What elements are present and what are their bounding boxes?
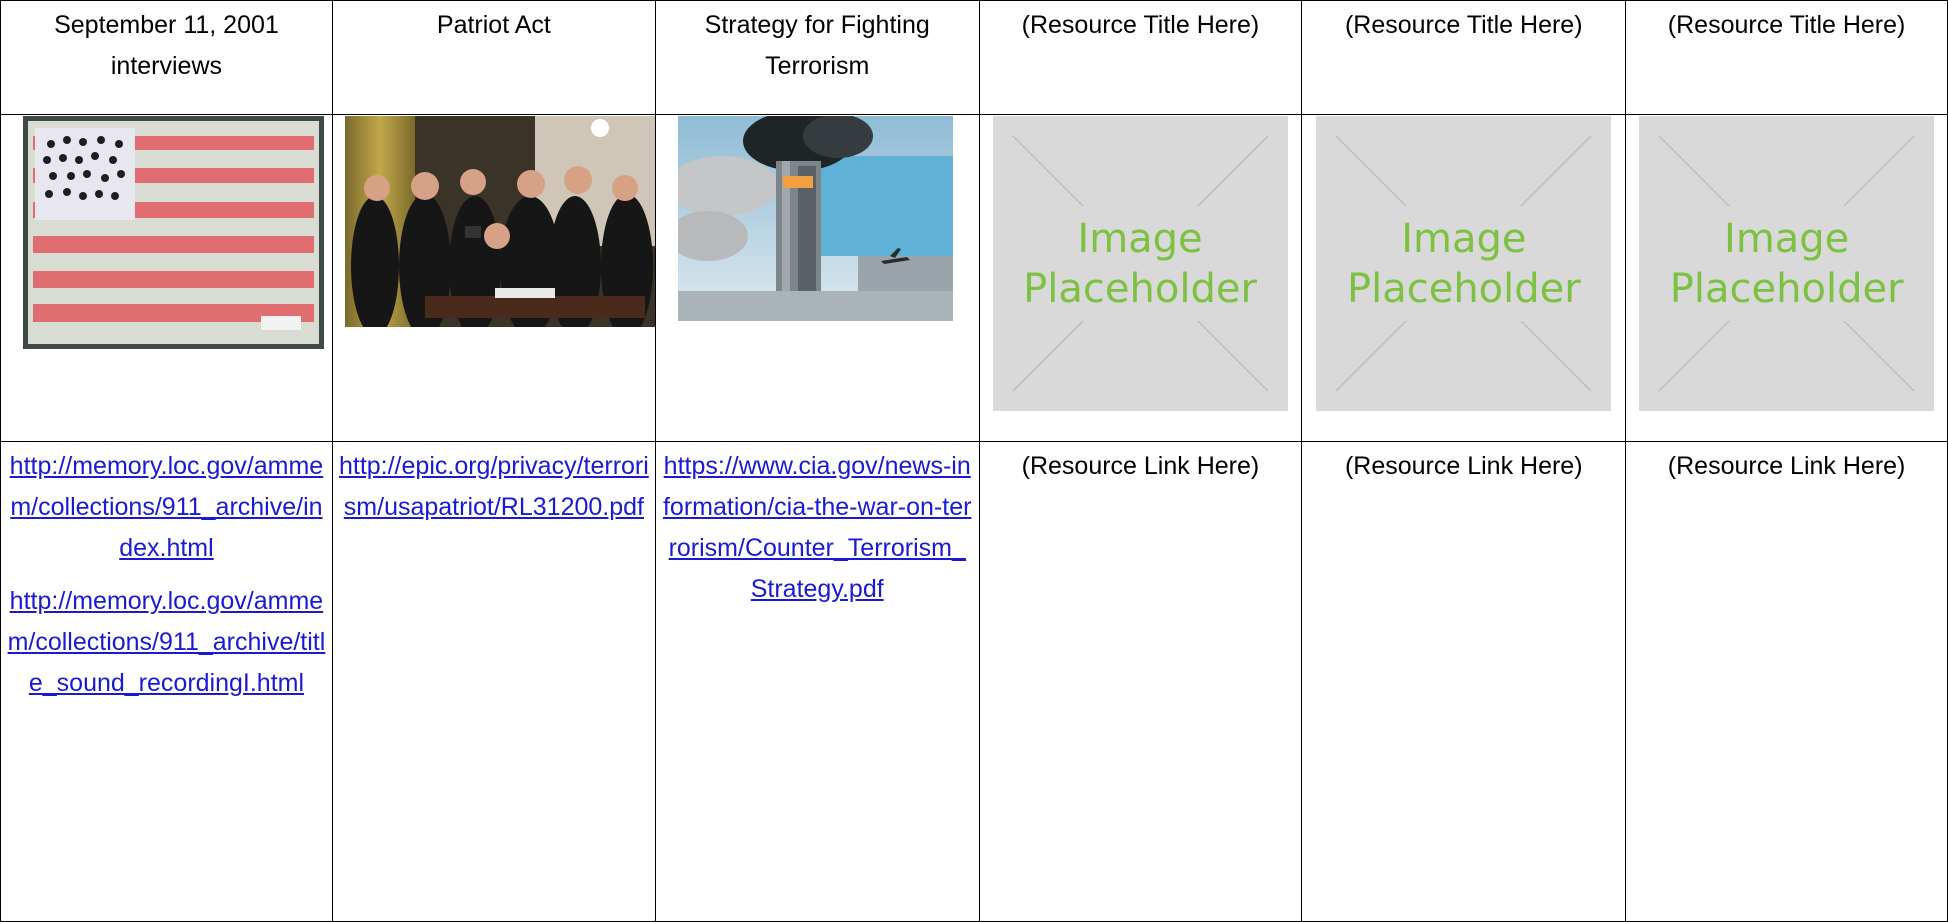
image-cell: Image Placeholder — [1625, 114, 1948, 442]
image-cell — [331, 114, 656, 442]
resource-title: (Resource Title Here) — [1667, 11, 1906, 39]
image-placeholder: Image Placeholder — [992, 116, 1288, 411]
title-cell: (Resource Title Here) — [1625, 0, 1948, 115]
link-cell: http://memory.loc.gov/ammem/collections/… — [0, 441, 333, 922]
image-cell — [654, 114, 980, 442]
resource-title: September 11, 2001 interviews — [54, 11, 279, 80]
link-cell: (Resource Link Here) — [1301, 441, 1627, 922]
resource-link[interactable]: https://www.cia.gov/news-information/cia… — [662, 446, 973, 610]
title-cell: (Resource Title Here) — [1301, 0, 1627, 115]
resource-link[interactable]: http://memory.loc.gov/ammem/collections/… — [7, 446, 326, 569]
image-cell: Image Placeholder — [978, 114, 1303, 442]
link-cell: (Resource Link Here) — [978, 441, 1303, 922]
resource-link[interactable]: http://memory.loc.gov/ammem/collections/… — [7, 581, 326, 704]
image-cell: Image Placeholder — [1301, 114, 1627, 442]
title-cell: (Resource Title Here) — [978, 0, 1303, 115]
title-cell: September 11, 2001 interviews — [0, 0, 333, 115]
placeholder-label: Image Placeholder — [1669, 216, 1904, 312]
image-row: Image Placeholder Image Placeholder Imag… — [0, 114, 1948, 442]
resource-title: Strategy for Fighting Terrorism — [704, 11, 930, 80]
link-row: http://memory.loc.gov/ammem/collections/… — [0, 441, 1948, 922]
title-cell: Strategy for Fighting Terrorism — [654, 0, 980, 115]
image-placeholder: Image Placeholder — [1639, 116, 1935, 411]
link-cell: (Resource Link Here) — [1625, 441, 1948, 922]
image-placeholder: Image Placeholder — [1316, 116, 1612, 411]
resource-link[interactable]: http://epic.org/privacy/terrorism/usapat… — [339, 446, 649, 528]
resource-table: September 11, 2001 interviews Patriot Ac… — [0, 0, 1948, 922]
link-cell: https://www.cia.gov/news-information/cia… — [654, 441, 980, 922]
resource-title: (Resource Title Here) — [1021, 11, 1260, 39]
placeholder-label: Image Placeholder — [1346, 216, 1581, 312]
resource-link-placeholder: (Resource Link Here) — [1667, 452, 1906, 480]
resource-title: (Resource Title Here) — [1344, 11, 1583, 39]
title-cell: Patriot Act — [331, 0, 656, 115]
signing-photo — [344, 116, 655, 327]
resource-link-placeholder: (Resource Link Here) — [1021, 452, 1260, 480]
resource-title: Patriot Act — [436, 11, 551, 39]
title-row: September 11, 2001 interviews Patriot Ac… — [0, 0, 1948, 115]
link-cell: http://epic.org/privacy/terrorism/usapat… — [331, 441, 656, 922]
image-cell — [0, 114, 333, 442]
flag-image — [23, 116, 332, 349]
placeholder-label: Image Placeholder — [1023, 216, 1257, 312]
resource-link-placeholder: (Resource Link Here) — [1344, 452, 1583, 480]
tower-photo — [677, 116, 979, 321]
